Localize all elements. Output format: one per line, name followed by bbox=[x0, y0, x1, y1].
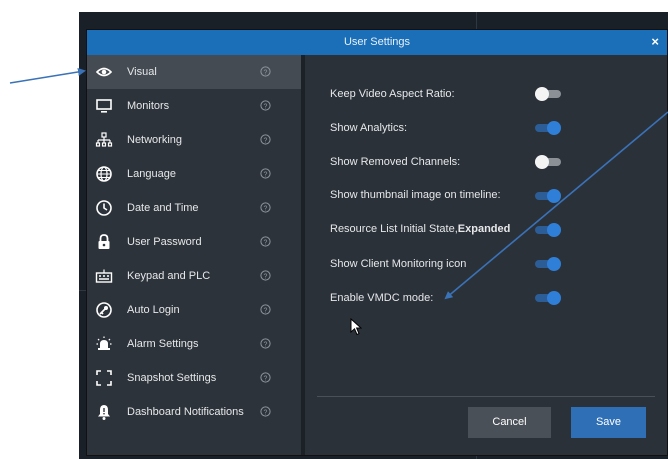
svg-text:?: ? bbox=[264, 273, 268, 280]
sidebar-item-visual[interactable]: Visual ? bbox=[87, 55, 301, 89]
svg-text:?: ? bbox=[264, 171, 268, 178]
help-icon[interactable]: ? bbox=[260, 304, 271, 315]
snapshot-icon bbox=[96, 370, 112, 386]
sidebar-item-networking[interactable]: Networking ? bbox=[87, 123, 301, 157]
bell-icon bbox=[98, 405, 110, 420]
toggle-show-removed-channels[interactable] bbox=[535, 155, 561, 169]
help-icon[interactable]: ? bbox=[260, 134, 271, 145]
svg-text:?: ? bbox=[264, 205, 268, 212]
user-settings-dialog: User Settings × Visual ? Monitors ? Netw… bbox=[86, 29, 668, 456]
help-icon[interactable]: ? bbox=[260, 66, 271, 77]
sidebar-item-auto-login[interactable]: Auto Login ? bbox=[87, 293, 301, 327]
svg-text:?: ? bbox=[264, 239, 268, 246]
sidebar-item-label: User Password bbox=[127, 236, 202, 248]
sidebar-item-dashboard-notifications[interactable]: Dashboard Notifications ? bbox=[87, 395, 301, 429]
help-icon[interactable]: ? bbox=[260, 406, 271, 417]
setting-label-show-analytics: Show Analytics: bbox=[330, 122, 408, 134]
sidebar-item-label: Alarm Settings bbox=[127, 338, 199, 350]
sidebar-item-alarm-settings[interactable]: Alarm Settings ? bbox=[87, 327, 301, 361]
annotation-arrow bbox=[9, 68, 86, 84]
footer-divider bbox=[317, 396, 655, 397]
monitor-icon bbox=[96, 99, 112, 113]
toggle-resource-list-state[interactable] bbox=[535, 223, 561, 237]
toggle-enable-vmdc[interactable] bbox=[535, 291, 561, 305]
clock-icon bbox=[96, 200, 112, 216]
sidebar-item-label: Date and Time bbox=[127, 202, 199, 214]
network-icon bbox=[95, 132, 113, 147]
setting-label-client-monitoring-icon: Show Client Monitoring icon bbox=[330, 258, 467, 270]
help-icon[interactable]: ? bbox=[260, 338, 271, 349]
svg-text:?: ? bbox=[264, 375, 268, 382]
svg-text:?: ? bbox=[264, 137, 268, 144]
svg-text:?: ? bbox=[264, 69, 268, 76]
mouse-cursor-icon bbox=[350, 318, 362, 336]
setting-label-show-removed-channels: Show Removed Channels: bbox=[330, 156, 461, 168]
toggle-show-thumbnail[interactable] bbox=[535, 189, 561, 203]
toggle-client-monitoring-icon[interactable] bbox=[535, 257, 561, 271]
sidebar-item-user-password[interactable]: User Password ? bbox=[87, 225, 301, 259]
help-icon[interactable]: ? bbox=[260, 202, 271, 213]
setting-label-show-thumbnail: Show thumbnail image on timeline: bbox=[330, 189, 501, 201]
toggle-show-analytics[interactable] bbox=[535, 121, 561, 135]
sidebar-item-monitors[interactable]: Monitors ? bbox=[87, 89, 301, 123]
help-icon[interactable]: ? bbox=[260, 100, 271, 111]
sidebar-item-language[interactable]: Language ? bbox=[87, 157, 301, 191]
keypad-icon bbox=[95, 269, 113, 283]
help-icon[interactable]: ? bbox=[260, 270, 271, 281]
svg-text:?: ? bbox=[264, 103, 268, 110]
sidebar-item-date-time[interactable]: Date and Time ? bbox=[87, 191, 301, 225]
sidebar-item-label: Monitors bbox=[127, 100, 170, 112]
sidebar-item-label: Visual bbox=[127, 66, 157, 78]
cancel-button[interactable]: Cancel bbox=[468, 407, 551, 438]
help-icon[interactable]: ? bbox=[260, 372, 271, 383]
key-icon bbox=[96, 302, 112, 318]
sidebar-item-keypad-plc[interactable]: Keypad and PLC ? bbox=[87, 259, 301, 293]
alarm-icon bbox=[96, 336, 112, 350]
setting-label-emphasis: Expanded bbox=[457, 223, 511, 235]
help-icon[interactable]: ? bbox=[260, 236, 271, 247]
save-button[interactable]: Save bbox=[571, 407, 646, 438]
setting-label-resource-list-state: Resource List Initial State,Expanded bbox=[330, 223, 510, 235]
sidebar-item-label: Dashboard Notifications bbox=[127, 406, 244, 418]
setting-label-enable-vmdc: Enable VMDC mode: bbox=[330, 292, 434, 304]
globe-icon bbox=[96, 166, 112, 182]
lock-icon bbox=[98, 234, 110, 249]
setting-label-keep-aspect-ratio: Keep Video Aspect Ratio: bbox=[330, 88, 455, 100]
sidebar-item-label: Language bbox=[127, 168, 176, 180]
eye-icon bbox=[95, 67, 113, 77]
sidebar-item-snapshot-settings[interactable]: Snapshot Settings ? bbox=[87, 361, 301, 395]
sidebar-item-label: Auto Login bbox=[127, 304, 180, 316]
help-icon[interactable]: ? bbox=[260, 168, 271, 179]
setting-label-text: Resource List Initial State, bbox=[330, 223, 458, 235]
dialog-title: User Settings bbox=[343, 36, 411, 48]
title-bar: User Settings × bbox=[87, 30, 667, 55]
svg-text:?: ? bbox=[264, 341, 268, 348]
svg-text:?: ? bbox=[264, 409, 268, 416]
sidebar-item-label: Keypad and PLC bbox=[127, 270, 211, 282]
visual-settings-panel: Keep Video Aspect Ratio: Show Analytics:… bbox=[305, 55, 667, 455]
close-button[interactable]: × bbox=[651, 34, 659, 49]
settings-sidebar: Visual ? Monitors ? Networking ? Languag… bbox=[87, 55, 301, 455]
sidebar-item-label: Networking bbox=[127, 134, 183, 146]
svg-text:?: ? bbox=[264, 307, 268, 314]
toggle-keep-aspect-ratio[interactable] bbox=[535, 87, 561, 101]
sidebar-item-label: Snapshot Settings bbox=[127, 372, 217, 384]
